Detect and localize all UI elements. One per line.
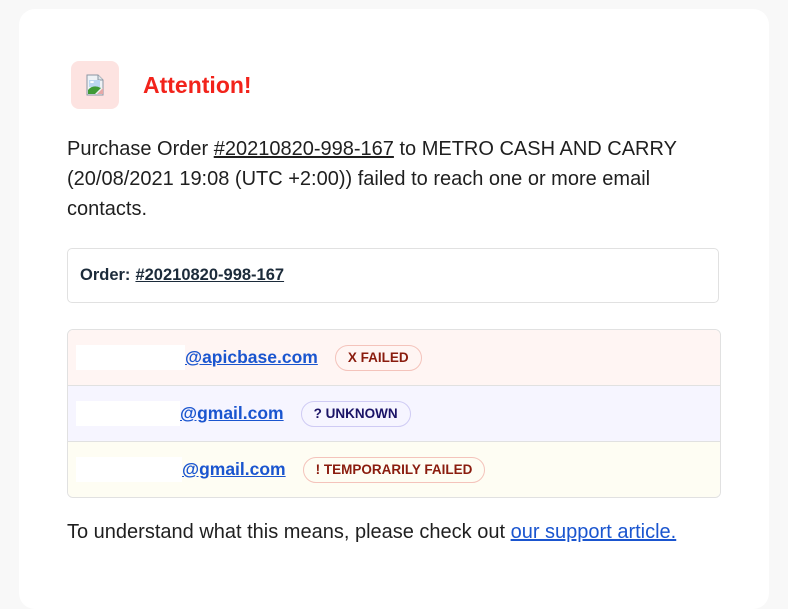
contacts-list: @apicbase.com X FAILED @gmail.com ? UNKN… (67, 329, 721, 498)
attention-title: Attention! (143, 71, 252, 98)
redacted-email-local-part (76, 401, 180, 426)
contact-email-link[interactable]: @gmail.com (180, 403, 284, 424)
purchase-order-link[interactable]: #20210820-998-167 (214, 138, 394, 160)
footer-message: To understand what this means, please ch… (67, 521, 676, 544)
status-badge-failed: X FAILED (334, 344, 422, 371)
order-number-link[interactable]: #20210820-998-167 (135, 266, 284, 285)
footer-text: To understand what this means, please ch… (67, 521, 511, 543)
contact-row: @gmail.com ! TEMPORARILY FAILED (68, 442, 720, 497)
broken-image-icon (71, 61, 119, 109)
order-label: Order: (80, 266, 131, 284)
contact-row: @gmail.com ? UNKNOWN (68, 386, 720, 442)
contact-row: @apicbase.com X FAILED (68, 330, 720, 386)
redacted-email-local-part (76, 457, 182, 482)
contact-email-link[interactable]: @gmail.com (182, 459, 286, 480)
intro-prefix: Purchase Order (67, 138, 214, 160)
contact-email-link[interactable]: @apicbase.com (185, 347, 318, 368)
status-badge-unknown: ? UNKNOWN (300, 400, 411, 427)
header: Attention! (71, 61, 252, 109)
notification-card: Attention! Purchase Order #20210820-998-… (19, 9, 769, 609)
order-box: Order: #20210820-998-167 (67, 248, 719, 303)
status-badge-temporarily-failed: ! TEMPORARILY FAILED (302, 456, 486, 483)
intro-message: Purchase Order #20210820-998-167 to METR… (67, 134, 707, 224)
redacted-email-local-part (76, 345, 185, 370)
support-article-link[interactable]: our support article. (511, 521, 677, 543)
